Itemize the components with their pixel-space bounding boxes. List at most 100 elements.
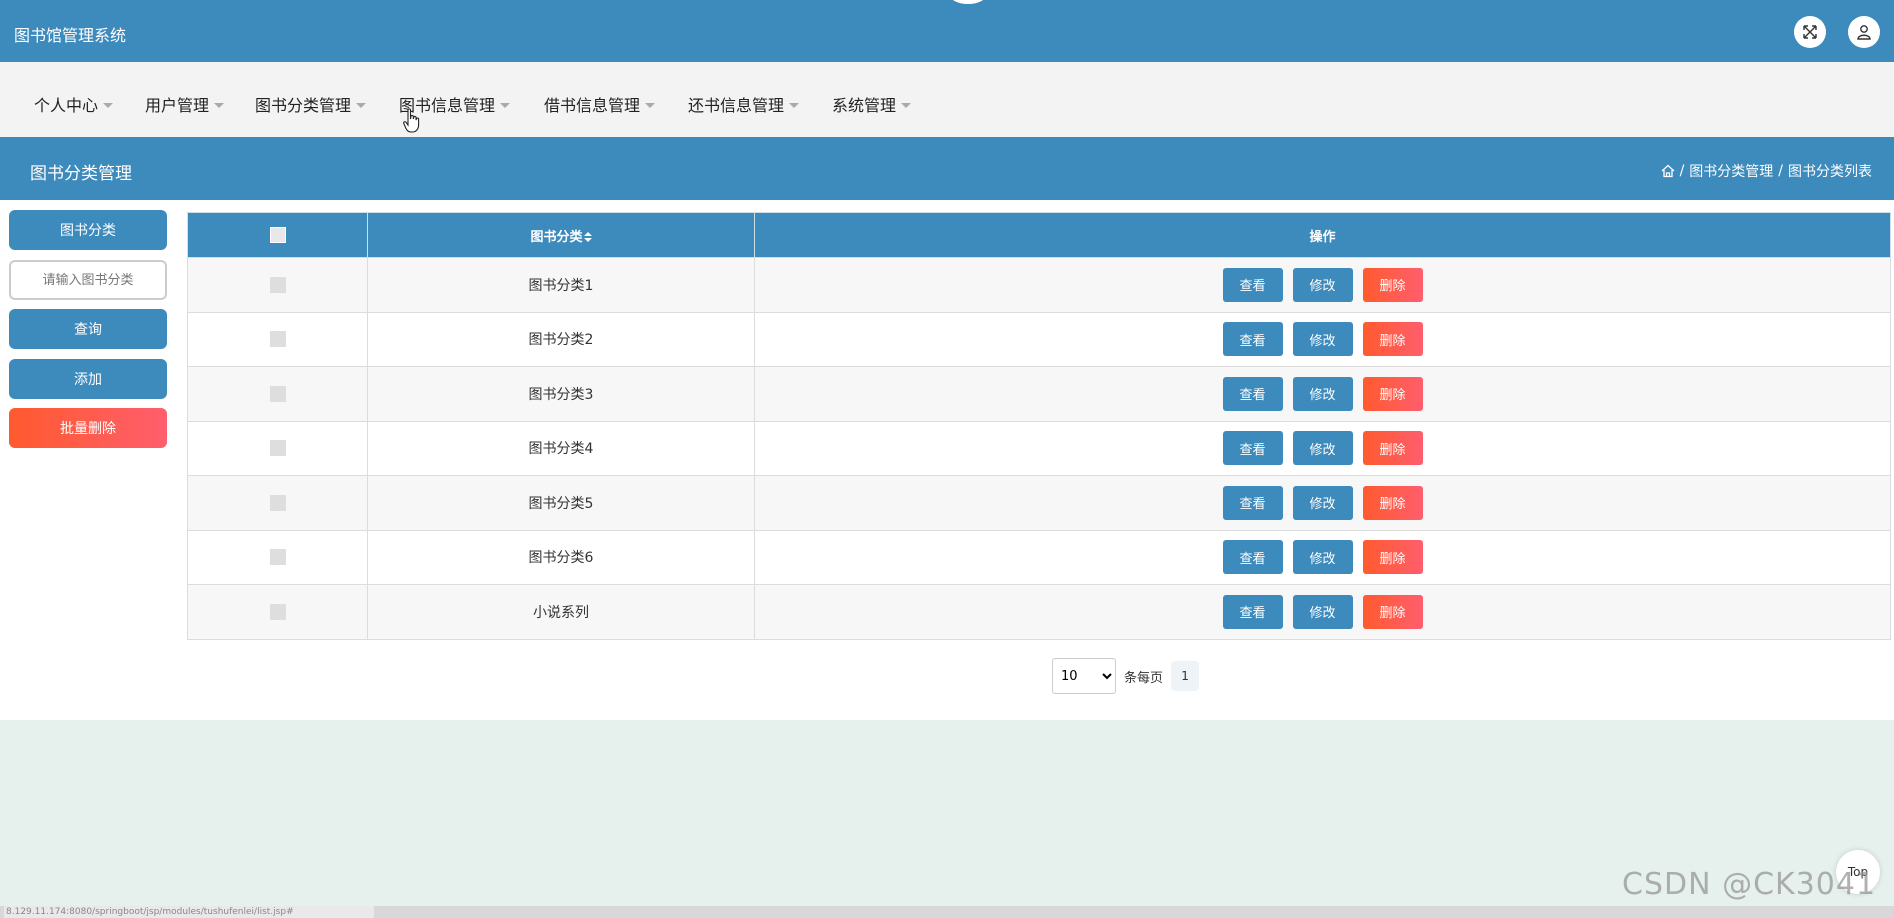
- category-name-cell: 图书分类1: [367, 257, 755, 313]
- category-table: 图书分类 操作 图书分类1 查看 修改 删除 图书分类2 查看 修改 删除 图书分类3 …: [187, 212, 1891, 640]
- status-url: 8.129.11.174:8080/springboot/jsp/modules…: [4, 906, 374, 918]
- view-button[interactable]: 查看: [1222, 267, 1283, 302]
- nav-item-return-info-management[interactable]: 还书信息管理: [688, 92, 800, 116]
- home-icon[interactable]: [1661, 164, 1675, 178]
- caret-down-icon: [356, 103, 367, 108]
- delete-button[interactable]: 删除: [1362, 267, 1423, 302]
- row-checkbox[interactable]: [269, 440, 286, 457]
- row-checkbox[interactable]: [269, 549, 286, 566]
- edit-button[interactable]: 修改: [1292, 376, 1353, 411]
- pagination: 10 条每页 1: [1052, 658, 1200, 694]
- category-name-cell: 图书分类4: [367, 420, 755, 476]
- table-row: 图书分类5 查看 修改 删除: [187, 475, 1891, 531]
- row-check-cell: [187, 475, 368, 531]
- page-title: 图书分类管理: [30, 164, 132, 184]
- view-button[interactable]: 查看: [1222, 594, 1283, 629]
- table-row: 图书分类1 查看 修改 删除: [187, 257, 1891, 313]
- category-search-input[interactable]: [9, 260, 167, 300]
- table-row: 图书分类4 查看 修改 删除: [187, 420, 1891, 476]
- header-notch: [950, 0, 986, 4]
- category-name-cell: 图书分类6: [367, 529, 755, 585]
- edit-button[interactable]: 修改: [1292, 322, 1353, 357]
- actions-cell: 查看 修改 删除: [754, 311, 1891, 367]
- add-button[interactable]: 添加: [9, 359, 167, 399]
- main-nav: 个人中心 用户管理 图书分类管理 图书信息管理 借书信息管理 还书信息管理 系统…: [0, 62, 1894, 137]
- page-size-select[interactable]: 10: [1052, 658, 1116, 694]
- delete-button[interactable]: 删除: [1362, 431, 1423, 466]
- table-row: 小说系列 查看 修改 删除: [187, 584, 1891, 640]
- view-button[interactable]: 查看: [1222, 322, 1283, 357]
- fullscreen-button[interactable]: [1794, 16, 1826, 48]
- row-checkbox[interactable]: [269, 385, 286, 402]
- nav-label: 图书分类管理: [255, 96, 352, 115]
- expand-arrows-icon: [1803, 25, 1817, 39]
- per-page-label: 条每页: [1124, 670, 1164, 686]
- category-name-header-label: 图书分类: [530, 229, 583, 245]
- view-button[interactable]: 查看: [1222, 376, 1283, 411]
- category-name-header[interactable]: 图书分类: [367, 212, 755, 258]
- breadcrumb-item-category-management[interactable]: 图书分类管理: [1689, 161, 1773, 181]
- caret-down-icon: [789, 103, 800, 108]
- hand-cursor-icon: [403, 108, 420, 133]
- select-all-checkbox[interactable]: [269, 227, 286, 243]
- sort-icon[interactable]: [583, 232, 592, 242]
- table-row: 图书分类6 查看 修改 删除: [187, 529, 1891, 585]
- row-checkbox[interactable]: [269, 603, 286, 620]
- view-button[interactable]: 查看: [1222, 485, 1283, 520]
- edit-button[interactable]: 修改: [1292, 485, 1353, 520]
- nav-item-personal-center[interactable]: 个人中心: [34, 92, 114, 116]
- edit-button[interactable]: 修改: [1292, 267, 1353, 302]
- caret-down-icon: [214, 103, 225, 108]
- row-check-cell: [187, 420, 368, 476]
- edit-button[interactable]: 修改: [1292, 431, 1353, 466]
- nav-item-book-category-management[interactable]: 图书分类管理: [255, 92, 367, 116]
- actions-header: 操作: [754, 212, 1891, 258]
- row-check-cell: [187, 529, 368, 585]
- caret-down-icon: [500, 103, 511, 108]
- page-title-bar: 图书分类管理 / 图书分类管理 / 图书分类列表: [0, 137, 1894, 200]
- view-button[interactable]: 查看: [1222, 540, 1283, 575]
- nav-label: 借书信息管理: [544, 96, 641, 115]
- content-area: 图书分类 查询 添加 批量删除 图书分类 操作 图书分类1 查看修改删除 图书分…: [0, 200, 1894, 720]
- delete-button[interactable]: 删除: [1362, 594, 1423, 629]
- breadcrumb-separator: /: [1679, 163, 1685, 179]
- delete-button[interactable]: 删除: [1362, 540, 1423, 575]
- batch-delete-button[interactable]: 批量删除: [9, 408, 167, 448]
- nav-item-user-management[interactable]: 用户管理: [145, 92, 225, 116]
- page-number-button[interactable]: 1: [1171, 661, 1200, 691]
- nav-item-borrow-info-management[interactable]: 借书信息管理: [544, 92, 656, 116]
- user-button[interactable]: [1848, 16, 1880, 48]
- table-header-row: 图书分类 操作: [187, 212, 1891, 258]
- actions-cell: 查看 修改 删除: [754, 420, 1891, 476]
- row-checkbox[interactable]: [269, 276, 286, 293]
- actions-cell: 查看 修改 删除: [754, 529, 1891, 585]
- table-row: 图书分类3 查看 修改 删除: [187, 366, 1891, 422]
- row-checkbox[interactable]: [269, 331, 286, 348]
- category-name-cell: 图书分类5: [367, 475, 755, 531]
- delete-button[interactable]: 删除: [1362, 485, 1423, 520]
- row-checkbox[interactable]: [269, 494, 286, 511]
- nav-label: 个人中心: [34, 96, 99, 115]
- category-name-cell: 图书分类2: [367, 311, 755, 367]
- nav-label: 还书信息管理: [688, 96, 785, 115]
- row-check-cell: [187, 311, 368, 367]
- browser-status-bar: 8.129.11.174:8080/springboot/jsp/modules…: [0, 906, 1894, 918]
- query-button[interactable]: 查询: [9, 309, 167, 349]
- row-check-cell: [187, 584, 368, 640]
- breadcrumb-item-category-list: 图书分类列表: [1788, 164, 1872, 180]
- app-title: 图书馆管理系统: [14, 26, 127, 45]
- nav-label: 系统管理: [832, 96, 897, 115]
- view-button[interactable]: 查看: [1222, 431, 1283, 466]
- nav-label: 用户管理: [145, 96, 210, 115]
- top-header: 图书馆管理系统: [0, 0, 1894, 62]
- delete-button[interactable]: 删除: [1362, 322, 1423, 357]
- watermark: CSDN @CK3041: [1622, 867, 1877, 902]
- delete-button[interactable]: 删除: [1362, 376, 1423, 411]
- nav-item-system-management[interactable]: 系统管理: [832, 92, 912, 116]
- edit-button[interactable]: 修改: [1292, 594, 1353, 629]
- category-name-cell: 小说系列: [367, 584, 755, 640]
- table-row: 图书分类2 查看 修改 删除: [187, 311, 1891, 367]
- category-label-button[interactable]: 图书分类: [9, 210, 167, 250]
- edit-button[interactable]: 修改: [1292, 540, 1353, 575]
- row-check-cell: [187, 366, 368, 422]
